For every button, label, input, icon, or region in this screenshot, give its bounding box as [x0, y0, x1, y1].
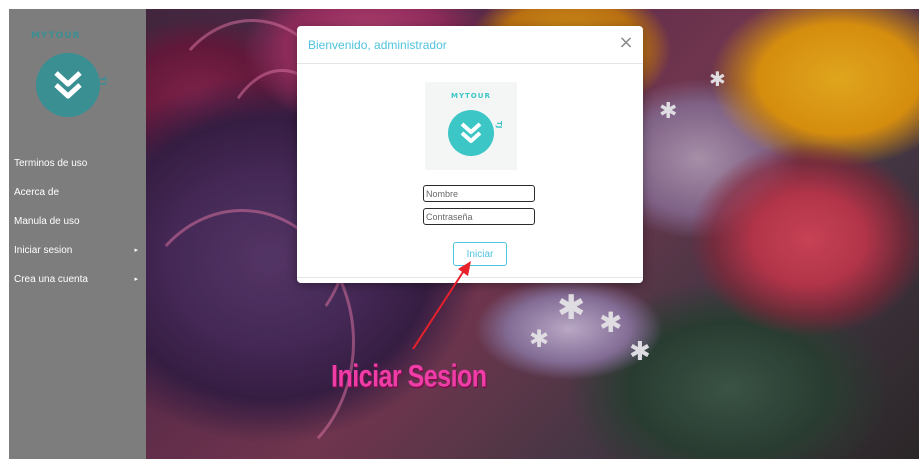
- username-field[interactable]: [423, 185, 535, 202]
- annotation-label: Iniciar Sesion: [331, 359, 487, 394]
- modal-logo-area: MYTOUR TJ: [425, 82, 517, 170]
- modal-brand-name: MYTOUR: [451, 92, 491, 100]
- caret-right-icon: ▸: [134, 247, 138, 254]
- sidebar-item-terminos[interactable]: Terminos de uso: [9, 149, 146, 178]
- sidebar-item-label: Terminos de uso: [14, 158, 88, 169]
- double-chevron-down-icon: [460, 122, 482, 143]
- modal-title: Bienvenido, administrador: [308, 38, 447, 52]
- sidebar-nav: Terminos de uso Acerca de Manula de uso …: [9, 149, 146, 294]
- sidebar-item-label: Iniciar sesion: [14, 245, 73, 256]
- modal-brand-suffix: TJ: [495, 121, 503, 129]
- sidebar-item-crear-cuenta[interactable]: Crea una cuenta ▸: [9, 265, 146, 294]
- sidebar-item-manual[interactable]: Manula de uso: [9, 207, 146, 236]
- caret-right-icon: ▸: [134, 276, 138, 283]
- sidebar-item-acerca[interactable]: Acerca de: [9, 178, 146, 207]
- password-field[interactable]: [423, 208, 535, 225]
- modal-header: Bienvenido, administrador ×: [297, 26, 643, 64]
- sidebar: MYTOUR TJ Terminos de uso Acerca de Manu…: [9, 9, 146, 459]
- sidebar-item-label: Acerca de: [14, 187, 60, 198]
- sidebar-item-label: Crea una cuenta: [14, 274, 88, 285]
- brand-name: MYTOUR: [31, 31, 81, 41]
- modal-brand-logo: [448, 110, 494, 156]
- brand-logo[interactable]: [36, 53, 100, 117]
- double-chevron-down-icon: [54, 71, 82, 99]
- sidebar-item-iniciar-sesion[interactable]: Iniciar sesion ▸: [9, 236, 146, 265]
- close-icon[interactable]: ×: [617, 34, 635, 52]
- annotation-arrow: [412, 261, 471, 350]
- login-modal: Bienvenido, administrador × MYTOUR TJ In…: [297, 26, 643, 283]
- app-frame: ✱ ✱ ✱ ✱ ✱ ✱ MYTOUR TJ Terminos de uso Ac…: [9, 9, 919, 459]
- sidebar-item-label: Manula de uso: [14, 216, 80, 227]
